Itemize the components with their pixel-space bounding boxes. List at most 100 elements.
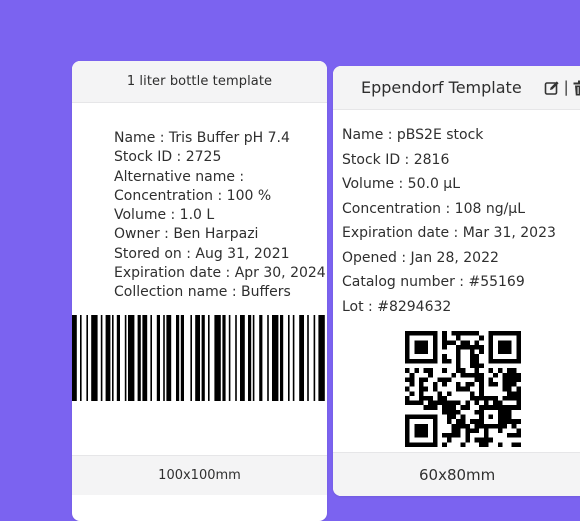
qr-module <box>442 382 447 387</box>
qr-module <box>414 368 419 373</box>
qr-module <box>497 442 503 447</box>
qr-module <box>456 368 461 373</box>
label-template-card-eppendorf[interactable]: Eppendorf Template | Name : pBS2E stock … <box>333 66 580 496</box>
qr-module <box>432 400 438 406</box>
qr-module <box>479 349 484 355</box>
qr-module <box>456 386 461 392</box>
qr-module <box>456 335 461 341</box>
actions-separator: | <box>563 78 569 96</box>
label-template-card-1-liter[interactable]: 1 liter bottle template Name : Tris Buff… <box>72 61 327 521</box>
qr-module <box>442 368 447 373</box>
qr-module <box>465 437 470 443</box>
qr-module <box>442 400 447 406</box>
qr-module <box>446 405 452 410</box>
qr-module <box>488 395 494 401</box>
qr-module <box>460 405 466 410</box>
qr-module <box>460 368 466 373</box>
qr-module <box>465 331 470 336</box>
qr-module <box>469 372 475 378</box>
qr-module <box>465 433 470 438</box>
barcode-bar <box>100 315 103 401</box>
qr-module <box>405 386 410 392</box>
qr-module <box>414 400 419 406</box>
qr-module <box>507 433 512 438</box>
qr-module <box>474 372 480 378</box>
qr-module <box>465 423 470 429</box>
barcode-bar <box>259 315 263 401</box>
field-owner: Owner : Ben Harpazi <box>114 226 259 243</box>
qr-module <box>465 344 470 350</box>
field-concentration: Concentration : 108 ng/µL <box>342 200 526 217</box>
barcode-bar <box>142 315 148 401</box>
field-lot: Lot : #8294632 <box>342 298 452 315</box>
qr-module <box>432 405 438 410</box>
qr-module <box>511 419 517 424</box>
qr-module <box>507 377 512 383</box>
qr-module <box>451 331 457 336</box>
qr-module <box>474 340 480 345</box>
qr-module <box>497 400 503 406</box>
qr-module <box>502 395 508 401</box>
qr-module <box>405 395 410 401</box>
qr-module <box>451 414 457 420</box>
qr-module <box>456 382 461 387</box>
qr-module <box>488 368 494 373</box>
qr-module <box>516 442 521 447</box>
qr-module <box>465 372 470 378</box>
qr-module <box>479 382 484 387</box>
qr-module <box>437 395 443 401</box>
qr-module <box>507 414 512 420</box>
qr-module <box>442 358 447 364</box>
qr-module <box>469 354 475 359</box>
qr-module <box>474 377 480 383</box>
qr-module <box>502 414 508 420</box>
qr-module <box>488 377 494 383</box>
qr-module <box>451 340 457 345</box>
qr-module <box>469 349 475 355</box>
qr-module <box>474 437 480 443</box>
qr-module <box>516 395 521 401</box>
qr-module <box>409 382 415 387</box>
qr-module <box>437 377 443 383</box>
qr-module <box>497 340 512 355</box>
barcode-bar <box>137 315 141 401</box>
qr-module <box>479 386 484 392</box>
field-expiration-date: Expiration date : Mar 31, 2023 <box>342 225 556 241</box>
qr-module <box>451 428 457 434</box>
qr-module <box>502 419 508 424</box>
qr-code <box>405 331 521 447</box>
qr-module <box>507 405 512 410</box>
barcode-bar <box>248 315 252 401</box>
qr-module <box>493 382 498 387</box>
qr-module <box>405 368 410 373</box>
barcode-bar <box>116 315 120 401</box>
qr-module <box>469 358 475 364</box>
barcode-bar <box>163 315 165 401</box>
barcode-bar <box>112 315 114 401</box>
qr-module <box>502 382 508 387</box>
barcode-bar <box>105 315 111 401</box>
label-fields: Name : pBS2E stock Stock ID : 2816 Volum… <box>342 123 556 319</box>
barcode-bar <box>214 315 221 401</box>
qr-module <box>451 400 457 406</box>
qr-module <box>483 400 489 406</box>
barcode-bar <box>228 315 231 401</box>
qr-module <box>423 368 429 373</box>
edit-icon[interactable] <box>544 80 560 96</box>
qr-module <box>507 395 512 401</box>
trash-icon[interactable] <box>573 80 580 96</box>
qr-module <box>456 363 461 369</box>
qr-module <box>451 433 457 438</box>
qr-module <box>474 344 480 350</box>
field-opened: Opened : Jan 28, 2022 <box>342 249 499 266</box>
qr-module <box>502 423 508 429</box>
qr-module <box>479 344 484 350</box>
qr-module <box>465 428 470 434</box>
qr-module <box>428 395 433 401</box>
qr-module <box>423 405 429 410</box>
barcode-bar <box>252 315 255 401</box>
field-stored-on: Stored on : Aug 31, 2021 <box>114 245 290 262</box>
qr-module <box>497 428 503 434</box>
barcode-bar <box>222 315 226 401</box>
barcode-bar <box>307 315 309 401</box>
